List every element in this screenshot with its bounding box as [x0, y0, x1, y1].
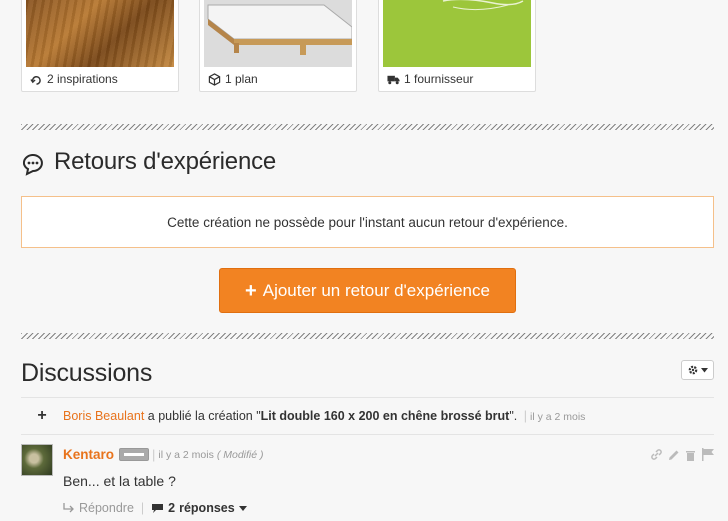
activity-text-end: ". [509, 409, 518, 423]
gear-icon [688, 365, 698, 375]
activity-author-link[interactable]: Boris Beaulant [63, 409, 144, 423]
section-title-discussions: Discussions [21, 359, 153, 387]
comment-modified: ( Modifié ) [216, 448, 264, 461]
discussion-settings-button[interactable] [681, 360, 714, 380]
pencil-icon[interactable] [668, 449, 680, 461]
plan-thumbnail[interactable] [204, 0, 352, 67]
caret-down-icon [701, 367, 708, 372]
plus-icon: + [245, 279, 257, 302]
reply-arrow-icon [63, 503, 74, 513]
link-icon[interactable] [650, 448, 663, 461]
notice-text: Cette création ne possède pour l'instant… [167, 214, 568, 230]
no-feedback-notice: Cette création ne possède pour l'instant… [21, 196, 714, 248]
feedback-chat-icon [22, 154, 43, 176]
supplier-thumbnail[interactable] [383, 0, 531, 67]
section-title-retours: Retours d'expérience [54, 148, 277, 175]
card-caption: 2 inspirations [30, 72, 118, 86]
caret-down-icon[interactable] [238, 505, 247, 511]
comment-tools [650, 448, 715, 461]
comment-author-link[interactable]: Kentaro [63, 447, 114, 462]
separator: | [140, 501, 145, 515]
card-label: 2 inspirations [47, 72, 118, 86]
supplier-logo-icon [442, 0, 524, 11]
comment-bubble-icon [152, 503, 164, 513]
flag-icon[interactable] [701, 448, 715, 461]
separator: | [152, 447, 156, 462]
add-feedback-button[interactable]: + Ajouter un retour d'expérience [219, 268, 516, 313]
card-caption: 1 plan [208, 72, 258, 86]
section-divider [21, 124, 714, 130]
inspiration-thumbnail[interactable] [26, 0, 174, 67]
replies-label[interactable]: réponses [179, 501, 235, 515]
activity-text: a publié la création " [144, 409, 261, 423]
add-feedback-label: Ajouter un retour d'expérience [262, 280, 490, 300]
truck-icon [387, 75, 400, 84]
reply-link[interactable]: Répondre [79, 501, 134, 515]
comment-actions: Répondre | 2 réponses [63, 501, 247, 515]
inspirations-card[interactable]: 2 inspirations [21, 0, 179, 92]
separator: | [523, 409, 527, 423]
supplier-card[interactable]: 1 fournisseur [378, 0, 536, 92]
plus-icon: + [37, 407, 47, 424]
trash-icon[interactable] [685, 449, 696, 461]
inspiration-icon [30, 75, 41, 85]
plan-card[interactable]: 1 plan [199, 0, 357, 92]
comment-body: Ben... et la table ? [63, 473, 176, 489]
cube-icon [208, 72, 221, 86]
activity-item: + Boris Beaulant a publié la création "L… [21, 399, 714, 433]
user-badge-icon [119, 448, 150, 461]
divider-line [21, 434, 714, 435]
card-label: 1 fournisseur [404, 72, 474, 86]
divider-line [21, 397, 714, 398]
avatar[interactable] [21, 444, 53, 476]
comment-time: il y a 2 mois [158, 448, 214, 461]
section-divider [21, 333, 714, 339]
comment-header: Kentaro | il y a 2 mois ( Modifié ) [63, 447, 264, 462]
replies-count[interactable]: 2 [168, 501, 175, 515]
card-label: 1 plan [225, 72, 258, 86]
activity-time: il y a 2 mois [530, 411, 586, 423]
bed-plan-illustration [207, 4, 352, 55]
card-caption: 1 fournisseur [387, 72, 473, 86]
creation-link[interactable]: Lit double 160 x 200 en chêne brossé bru… [261, 409, 510, 423]
